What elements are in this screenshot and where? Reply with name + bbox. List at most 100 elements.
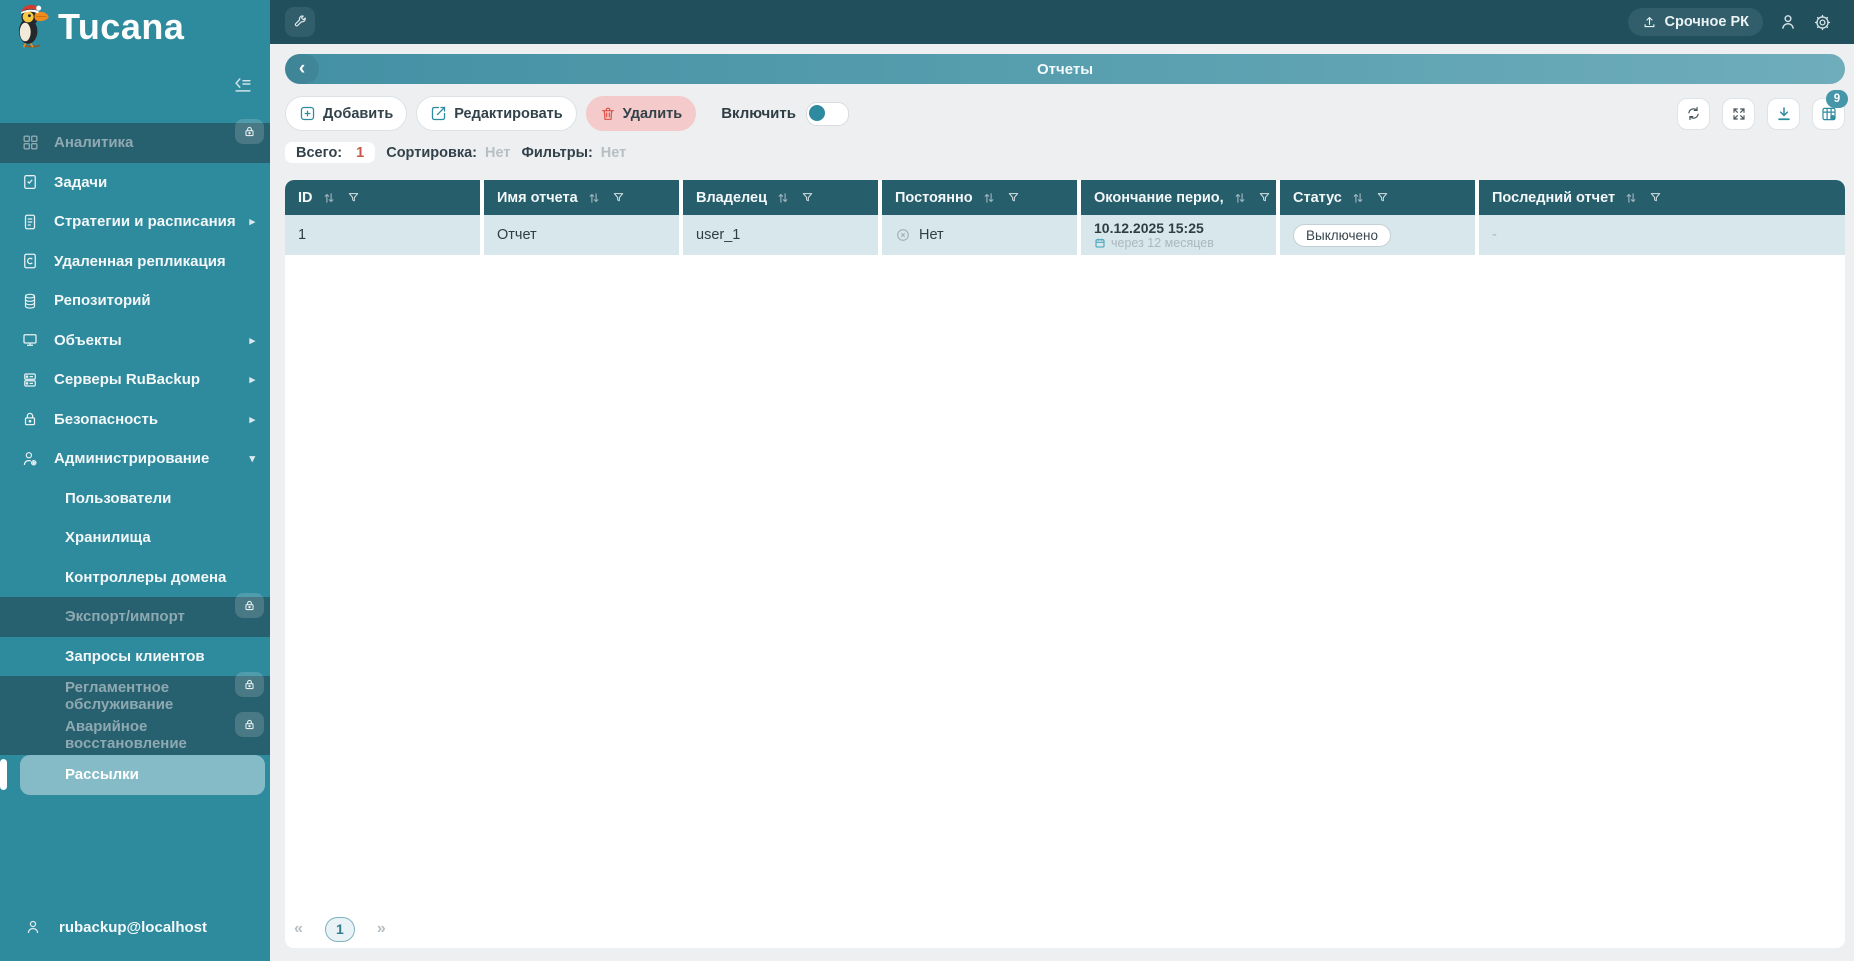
download-button[interactable]: [1767, 97, 1800, 130]
column-header-owner[interactable]: Владелец: [683, 180, 878, 215]
filter-summary: Фильтры: Нет: [521, 145, 626, 161]
sort-icon[interactable]: [982, 191, 996, 205]
sort-icon[interactable]: [1624, 191, 1638, 205]
pagination: « 1 »: [285, 910, 1845, 948]
filter-icon[interactable]: [612, 191, 625, 204]
pagination-next-button[interactable]: »: [377, 920, 386, 938]
chevron-right-icon: ▸: [249, 334, 255, 347]
settings-gear-icon[interactable]: [1813, 13, 1832, 32]
content: ‹ Отчеты Добавить Редактировать Удалить …: [285, 44, 1848, 961]
pagination-page-1[interactable]: 1: [324, 916, 355, 942]
back-button[interactable]: ‹: [285, 54, 319, 84]
sidebar-item-remote-replication[interactable]: Удаленная репликация: [0, 242, 270, 282]
sidebar-item-users[interactable]: Пользователи: [0, 479, 270, 519]
sidebar-item-disaster-recovery[interactable]: Аварийное восстановление: [0, 711, 270, 755]
chevron-right-icon: ▸: [249, 216, 255, 229]
toucan-logo-icon: [8, 4, 50, 50]
column-label: Окончание перио,: [1094, 189, 1224, 206]
servers-icon: [19, 371, 41, 389]
toggle-knob: [808, 104, 825, 121]
total-value: 1: [356, 144, 365, 161]
sidebar-user[interactable]: rubackup@localhost: [0, 908, 294, 946]
column-header-period-end[interactable]: Окончание перио,: [1081, 180, 1276, 215]
cell-permanent: Нет: [882, 215, 1077, 255]
refresh-button[interactable]: [1677, 97, 1710, 130]
app-logo: Tucana: [8, 4, 184, 50]
urgent-backup-button[interactable]: Срочное РК: [1627, 8, 1763, 36]
edit-icon: [430, 105, 447, 122]
collapse-sidebar-icon[interactable]: [232, 72, 254, 96]
table-settings-button[interactable]: 9: [1812, 89, 1848, 130]
sidebar-item-administration[interactable]: Администрирование ▾: [0, 439, 270, 479]
sort-icon[interactable]: [1351, 191, 1365, 205]
reports-table: ID Имя отчета Владелец Постоянно Окончан…: [285, 180, 1845, 948]
sidebar-item-label: Администрирование: [54, 450, 210, 468]
sidebar-item-label: Пользователи: [65, 489, 172, 507]
table-row[interactable]: 1 Отчет user_1 Нет 10.12.2025 15:25 чере…: [285, 215, 1845, 255]
enable-toggle[interactable]: [805, 101, 849, 126]
lock-icon: [235, 593, 264, 618]
sidebar-item-label: Удаленная репликация: [54, 252, 226, 270]
fullscreen-button[interactable]: [1722, 97, 1755, 130]
lock-icon: [235, 672, 264, 697]
sort-icon[interactable]: [322, 191, 336, 205]
sidebar-item-strategies[interactable]: Стратегии и расписания ▸: [0, 202, 270, 242]
sidebar-item-domain-controllers[interactable]: Контроллеры домена: [0, 558, 270, 598]
column-label: Владелец: [696, 189, 768, 206]
column-header-name[interactable]: Имя отчета: [484, 180, 679, 215]
topbar: Срочное РК: [270, 0, 1854, 44]
urgent-backup-label: Срочное РК: [1664, 14, 1749, 30]
enable-group: Включить: [721, 101, 849, 126]
sidebar-item-export-import[interactable]: Экспорт/импорт: [0, 593, 270, 637]
sidebar-item-scheduled-maintenance[interactable]: Регламентное обслуживание: [0, 672, 270, 716]
sidebar-item-label: Контроллеры домена: [65, 568, 227, 586]
sidebar-item-mailings[interactable]: Рассылки: [0, 755, 265, 795]
upload-icon: [1642, 15, 1657, 30]
replication-icon: [19, 252, 41, 270]
sort-icon[interactable]: [776, 191, 790, 205]
administration-user-gear-icon: [19, 450, 41, 468]
cell-last-report: -: [1479, 215, 1845, 255]
filter-icon[interactable]: [347, 191, 360, 204]
page-title: Отчеты: [1036, 60, 1094, 78]
analytics-grid-icon: [19, 133, 41, 152]
sidebar-item-repository[interactable]: Репозиторий: [0, 281, 270, 321]
filter-icon[interactable]: [801, 191, 814, 204]
repository-database-icon: [19, 292, 41, 310]
pagination-prev-button[interactable]: «: [294, 920, 303, 938]
sidebar-item-storages[interactable]: Хранилища: [0, 518, 270, 558]
column-header-last-report[interactable]: Последний отчет: [1479, 180, 1845, 215]
wrench-button[interactable]: [285, 7, 315, 37]
column-header-id[interactable]: ID: [285, 180, 480, 215]
sidebar-item-label: Экспорт/импорт: [65, 608, 185, 626]
column-header-permanent[interactable]: Постоянно: [882, 180, 1077, 215]
filter-icon[interactable]: [1007, 191, 1020, 204]
sidebar-item-rubackup-servers[interactable]: Серверы RuBackup ▸: [0, 360, 270, 400]
sort-icon[interactable]: [1233, 191, 1247, 205]
filter-icon[interactable]: [1376, 191, 1389, 204]
sidebar-item-label: Запросы клиентов: [65, 647, 205, 665]
column-header-status[interactable]: Статус: [1280, 180, 1475, 215]
toolbar-left: Добавить Редактировать Удалить Включить: [285, 96, 849, 131]
delete-button[interactable]: Удалить: [585, 96, 697, 131]
toolbar: Добавить Редактировать Удалить Включить …: [285, 89, 1848, 131]
sidebar-item-objects[interactable]: Объекты ▸: [0, 321, 270, 361]
toolbar-right: 9: [1677, 89, 1848, 130]
edit-button[interactable]: Редактировать: [416, 96, 577, 131]
column-label: Постоянно: [895, 189, 973, 206]
sidebar-item-tasks[interactable]: Задачи: [0, 163, 270, 203]
sidebar-item-analytics[interactable]: Аналитика: [0, 119, 270, 163]
cell-name: Отчет: [484, 215, 679, 255]
filter-value: Нет: [600, 144, 627, 161]
column-label: Последний отчет: [1492, 189, 1616, 206]
filter-icon[interactable]: [1649, 191, 1662, 204]
sidebar-item-security[interactable]: Безопасность ▸: [0, 400, 270, 440]
app-title: Tucana: [58, 6, 185, 47]
filter-icon[interactable]: [1258, 191, 1271, 204]
sidebar-item-client-requests[interactable]: Запросы клиентов: [0, 637, 270, 677]
sort-icon[interactable]: [587, 191, 601, 205]
wrench-icon: [292, 14, 308, 30]
user-profile-icon[interactable]: [1778, 12, 1798, 32]
add-button[interactable]: Добавить: [285, 96, 408, 131]
sidebar-item-label: Объекты: [54, 331, 122, 349]
